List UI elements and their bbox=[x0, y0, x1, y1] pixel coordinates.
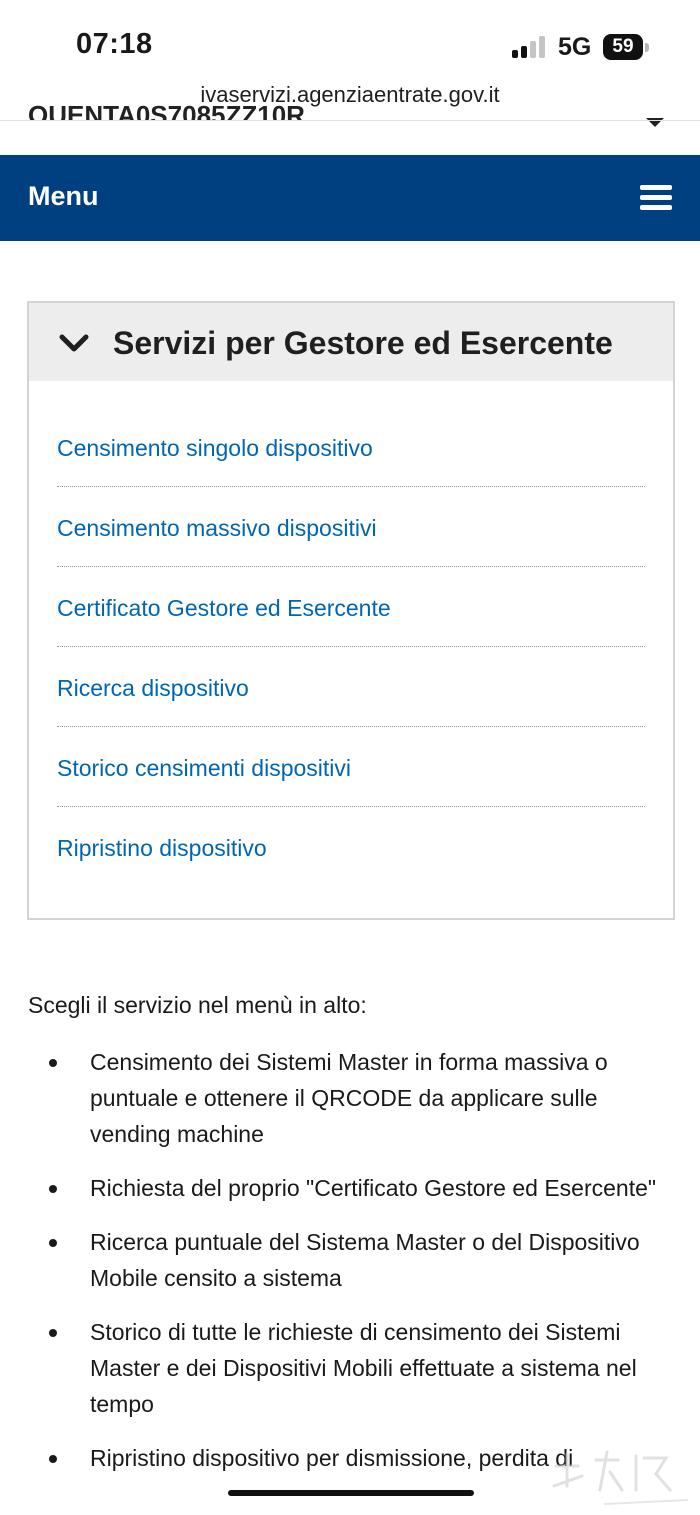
intro-text: Scegli il servizio nel menù in alto: bbox=[28, 992, 367, 1018]
list-item: Censimento massivo dispositivi bbox=[57, 487, 645, 567]
service-description-list: Censimento dei Sistemi Master in forma m… bbox=[28, 1044, 668, 1494]
list-item: Censimento singolo dispositivo bbox=[57, 407, 645, 487]
link-censimento-singolo[interactable]: Censimento singolo dispositivo bbox=[57, 407, 645, 462]
services-panel: Servizi per Gestore ed Esercente Censime… bbox=[27, 301, 675, 920]
list-item: Storico censimenti dispositivi bbox=[57, 727, 645, 807]
bullet-icon bbox=[49, 1059, 57, 1067]
hamburger-menu-icon[interactable] bbox=[640, 185, 672, 211]
menu-label: Menu bbox=[28, 181, 99, 211]
panel-header[interactable]: Servizi per Gestore ed Esercente bbox=[29, 303, 673, 381]
bullet-text: Storico di tutte le richieste di censime… bbox=[90, 1319, 637, 1417]
menu-bar[interactable]: Menu bbox=[0, 155, 700, 241]
watermark-logo bbox=[552, 1450, 689, 1505]
link-storico-censimenti[interactable]: Storico censimenti dispositivi bbox=[57, 727, 645, 782]
address-bar[interactable]: ivaservizi.agenziaentrate.gov.it bbox=[0, 82, 700, 108]
status-bar: 07:18 5G 59 bbox=[0, 0, 700, 80]
bullet-item: Storico di tutte le richieste di censime… bbox=[28, 1314, 668, 1422]
bullet-text: Ripristino dispositivo per dismissione, … bbox=[90, 1445, 574, 1471]
status-time: 07:18 bbox=[76, 28, 153, 60]
battery-cap bbox=[645, 43, 649, 52]
link-censimento-massivo[interactable]: Censimento massivo dispositivi bbox=[57, 487, 645, 542]
battery-icon: 59 bbox=[603, 34, 649, 60]
bullet-icon bbox=[49, 1239, 57, 1247]
bullet-icon bbox=[49, 1185, 57, 1193]
cellular-signal-icon bbox=[512, 36, 548, 58]
bullet-icon bbox=[49, 1455, 57, 1463]
link-ripristino-dispositivo[interactable]: Ripristino dispositivo bbox=[57, 807, 645, 862]
redaction-stroke bbox=[228, 1490, 474, 1496]
service-links: Censimento singolo dispositivo Censiment… bbox=[57, 407, 645, 887]
list-item: Ripristino dispositivo bbox=[57, 807, 645, 887]
bullet-text: Richiesta del proprio "Certificato Gesto… bbox=[90, 1175, 657, 1201]
chevron-down-icon bbox=[59, 334, 89, 352]
bullet-item: Ricerca puntuale del Sistema Master o de… bbox=[28, 1224, 668, 1296]
bullet-item: Richiesta del proprio "Certificato Gesto… bbox=[28, 1170, 668, 1206]
address-bar-divider bbox=[0, 120, 700, 121]
list-item: Ricerca dispositivo bbox=[57, 647, 645, 727]
bullet-icon bbox=[49, 1329, 57, 1337]
panel-title: Servizi per Gestore ed Esercente bbox=[113, 325, 613, 361]
link-ricerca-dispositivo[interactable]: Ricerca dispositivo bbox=[57, 647, 645, 702]
bullet-item: Censimento dei Sistemi Master in forma m… bbox=[28, 1044, 668, 1152]
link-certificato[interactable]: Certificato Gestore ed Esercente bbox=[57, 567, 645, 622]
network-type: 5G bbox=[558, 33, 592, 61]
list-item: Certificato Gestore ed Esercente bbox=[57, 567, 645, 647]
bullet-text: Censimento dei Sistemi Master in forma m… bbox=[90, 1049, 608, 1147]
bullet-text: Ricerca puntuale del Sistema Master o de… bbox=[90, 1229, 640, 1291]
battery-level: 59 bbox=[603, 34, 643, 60]
